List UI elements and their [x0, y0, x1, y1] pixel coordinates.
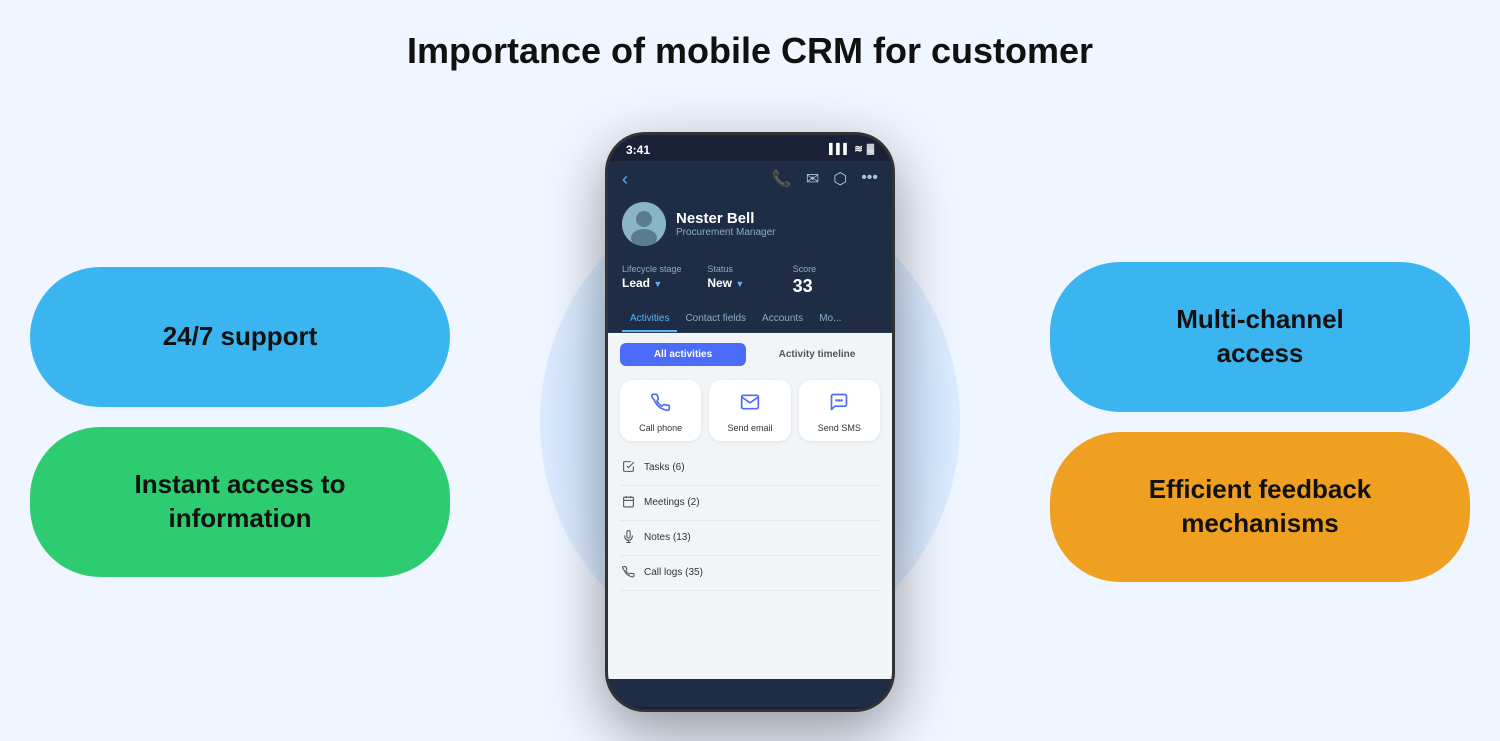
- send-sms-button[interactable]: Send SMS: [799, 380, 880, 441]
- status-value[interactable]: New ▼: [707, 276, 792, 290]
- mail-icon[interactable]: ✉: [806, 169, 819, 189]
- share-icon[interactable]: ⬡: [833, 169, 847, 189]
- lifecycle-value[interactable]: Lead ▼: [622, 276, 707, 290]
- call-icon: [651, 392, 671, 417]
- avatar: [622, 202, 666, 246]
- phone-notch: [705, 135, 795, 157]
- meetings-label: Meetings (2): [644, 497, 700, 508]
- back-icon[interactable]: ‹: [622, 169, 628, 190]
- list-item[interactable]: Notes (13): [620, 521, 880, 556]
- wifi-icon: ≋: [854, 144, 862, 155]
- tasks-icon: [620, 460, 636, 476]
- battery-icon: ▓: [867, 144, 874, 155]
- contact-role: Procurement Manager: [676, 227, 776, 238]
- toggle-activity-timeline[interactable]: Activity timeline: [754, 343, 880, 366]
- contact-header: Nester Bell Procurement Manager: [608, 198, 892, 256]
- tab-activities[interactable]: Activities: [622, 305, 677, 332]
- contact-info: Nester Bell Procurement Manager: [676, 210, 776, 238]
- tab-contact-fields[interactable]: Contact fields: [677, 305, 754, 332]
- calllogs-label: Call logs (35): [644, 567, 703, 578]
- phone-body: 3:41 ▌▌▌ ≋ ▓ ‹ 📞 ✉ ⬡ •••: [605, 132, 895, 712]
- score-stat: Score 33: [793, 264, 878, 297]
- score-label: Score: [793, 264, 878, 274]
- meetings-icon: [620, 495, 636, 511]
- phone-tabs: Activities Contact fields Accounts Mo...: [608, 305, 892, 333]
- right-blobs: Multi-channelaccess Efficient feedbackme…: [990, 102, 1470, 741]
- page-title: Importance of mobile CRM for customer: [407, 30, 1093, 72]
- blob-multichannel: Multi-channelaccess: [1050, 262, 1470, 412]
- list-item[interactable]: Meetings (2): [620, 486, 880, 521]
- send-email-label: Send email: [727, 423, 772, 433]
- lifecycle-stat: Lifecycle stage Lead ▼: [622, 264, 707, 297]
- signal-icon: ▌▌▌: [829, 144, 850, 155]
- left-blobs: 24/7 support Instant access toinformatio…: [30, 102, 510, 741]
- status-label: Status: [707, 264, 792, 274]
- more-icon[interactable]: •••: [861, 169, 878, 189]
- tab-accounts[interactable]: Accounts: [754, 305, 811, 332]
- call-phone-button[interactable]: Call phone: [620, 380, 701, 441]
- status-stat: Status New ▼: [707, 264, 792, 297]
- notes-label: Notes (13): [644, 532, 691, 543]
- blob-access: Instant access toinformation: [30, 427, 450, 577]
- stats-row: Lifecycle stage Lead ▼ Status New ▼ Scor…: [608, 256, 892, 305]
- email-send-icon: [740, 392, 760, 417]
- activity-list: Tasks (6) Meetings (2) Not: [608, 451, 892, 591]
- send-email-button[interactable]: Send email: [709, 380, 790, 441]
- sms-icon: [829, 392, 849, 417]
- toggle-all-activities[interactable]: All activities: [620, 343, 746, 366]
- phone-nav: ‹ 📞 ✉ ⬡ •••: [608, 161, 892, 198]
- blob-support: 24/7 support: [30, 267, 450, 407]
- phone-screen: ‹ 📞 ✉ ⬡ •••: [608, 161, 892, 707]
- activities-body: All activities Activity timeline Call ph…: [608, 333, 892, 679]
- notes-icon: [620, 530, 636, 546]
- tasks-label: Tasks (6): [644, 462, 685, 473]
- lifecycle-label: Lifecycle stage: [622, 264, 707, 274]
- action-buttons: Call phone Send email: [608, 376, 892, 451]
- phone-mockup: 3:41 ▌▌▌ ≋ ▓ ‹ 📞 ✉ ⬡ •••: [605, 132, 895, 712]
- status-icons: ▌▌▌ ≋ ▓: [829, 144, 874, 155]
- contact-name: Nester Bell: [676, 210, 776, 227]
- nav-action-icons: 📞 ✉ ⬡ •••: [772, 169, 878, 189]
- status-time: 3:41: [626, 143, 650, 157]
- main-content: 24/7 support Instant access toinformatio…: [0, 102, 1500, 741]
- toggle-row: All activities Activity timeline: [608, 333, 892, 376]
- tab-more[interactable]: Mo...: [811, 305, 849, 332]
- call-phone-label: Call phone: [639, 423, 682, 433]
- blob-feedback: Efficient feedbackmechanisms: [1050, 432, 1470, 582]
- list-item[interactable]: Tasks (6): [620, 451, 880, 486]
- calllogs-icon: [620, 565, 636, 581]
- list-item[interactable]: Call logs (35): [620, 556, 880, 591]
- score-value: 33: [793, 276, 878, 297]
- send-sms-label: Send SMS: [818, 423, 861, 433]
- phone-icon[interactable]: 📞: [772, 169, 792, 189]
